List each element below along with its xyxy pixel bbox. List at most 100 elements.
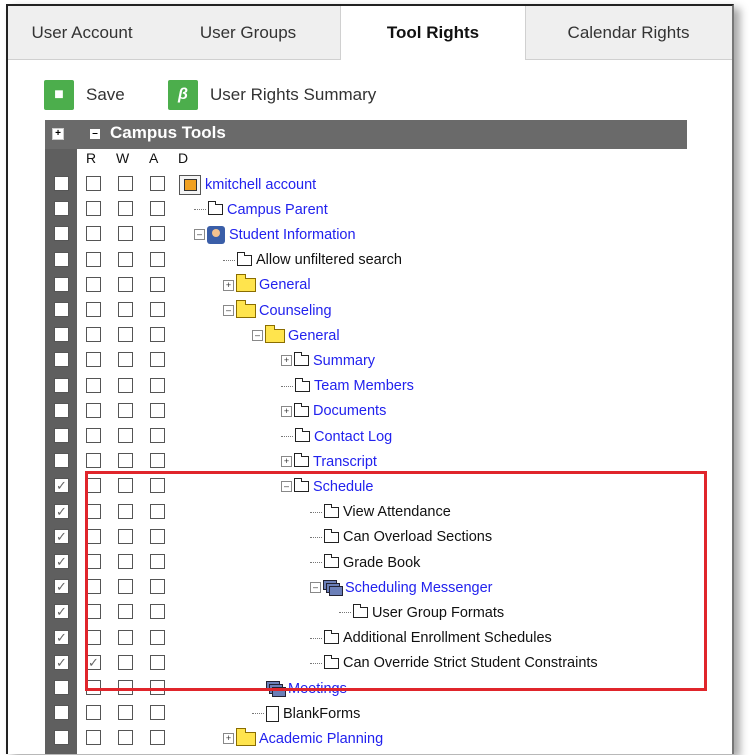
add-checkbox[interactable] <box>118 680 133 695</box>
delete-checkbox[interactable] <box>150 428 165 443</box>
tree-node-label[interactable]: Schedule <box>313 479 373 495</box>
add-checkbox[interactable] <box>118 730 133 746</box>
tab-tool-rights[interactable]: Tool Rights <box>340 6 526 60</box>
read-checkbox[interactable]: ✓ <box>54 579 69 595</box>
write-checkbox[interactable] <box>86 302 101 317</box>
add-checkbox[interactable] <box>118 377 133 393</box>
tree-node-label[interactable]: Team Members <box>314 378 414 394</box>
read-checkbox[interactable] <box>54 201 69 217</box>
write-checkbox[interactable] <box>86 554 101 569</box>
read-checkbox[interactable] <box>54 453 69 469</box>
write-checkbox[interactable] <box>86 377 101 393</box>
add-checkbox[interactable] <box>118 604 133 620</box>
add-checkbox[interactable] <box>118 503 133 519</box>
tree-node-label[interactable]: Contact Log <box>314 429 392 445</box>
delete-checkbox[interactable] <box>150 276 165 292</box>
add-checkbox[interactable] <box>118 478 133 494</box>
delete-checkbox[interactable] <box>150 705 165 721</box>
tree-node-label[interactable]: Scheduling Messenger <box>345 580 493 596</box>
delete-checkbox[interactable] <box>150 453 165 469</box>
delete-checkbox[interactable] <box>150 730 165 746</box>
read-checkbox[interactable] <box>54 705 69 721</box>
read-checkbox[interactable] <box>54 327 69 343</box>
add-checkbox[interactable] <box>118 226 133 242</box>
add-checkbox[interactable] <box>118 251 133 267</box>
tree-node-label[interactable]: Documents <box>313 403 386 419</box>
delete-checkbox[interactable] <box>150 201 165 217</box>
add-checkbox[interactable] <box>118 654 133 670</box>
write-checkbox[interactable] <box>86 528 101 544</box>
read-checkbox[interactable] <box>54 428 69 443</box>
write-checkbox[interactable] <box>86 352 101 368</box>
expand-icon[interactable]: + <box>281 405 292 417</box>
collapse-icon[interactable]: – <box>252 330 263 342</box>
read-checkbox[interactable] <box>54 352 69 368</box>
tab-calendar-rights[interactable]: Calendar Rights <box>525 6 732 59</box>
collapse-icon[interactable]: – <box>194 229 205 241</box>
read-checkbox[interactable]: ✓ <box>54 478 69 494</box>
write-checkbox[interactable] <box>86 251 101 267</box>
expand-icon[interactable]: + <box>281 355 292 367</box>
delete-checkbox[interactable] <box>150 579 165 595</box>
expand-icon[interactable]: + <box>223 279 234 291</box>
delete-checkbox[interactable] <box>150 654 165 670</box>
add-checkbox[interactable] <box>118 276 133 292</box>
write-checkbox[interactable] <box>86 478 101 494</box>
write-checkbox[interactable] <box>86 402 101 418</box>
delete-checkbox[interactable] <box>150 528 165 544</box>
tree-node-label[interactable]: Transcript <box>313 454 377 470</box>
save-button[interactable]: ■ Save <box>44 80 125 110</box>
add-checkbox[interactable] <box>118 579 133 595</box>
write-checkbox[interactable] <box>86 503 101 519</box>
tree-node-label[interactable]: kmitchell account <box>205 177 316 193</box>
add-checkbox[interactable] <box>118 327 133 343</box>
delete-checkbox[interactable] <box>150 327 165 343</box>
collapse-icon[interactable]: – <box>223 305 234 316</box>
write-checkbox[interactable] <box>86 327 101 343</box>
tree-node-label[interactable]: Summary <box>313 353 375 369</box>
tree-node-label[interactable]: Campus Parent <box>227 202 328 218</box>
delete-checkbox[interactable] <box>150 402 165 418</box>
add-checkbox[interactable] <box>118 705 133 721</box>
delete-checkbox[interactable] <box>150 604 165 620</box>
write-checkbox[interactable] <box>86 453 101 469</box>
user-rights-summary-button[interactable]: β User Rights Summary <box>168 80 376 110</box>
add-checkbox[interactable] <box>118 528 133 544</box>
read-checkbox[interactable] <box>54 680 69 695</box>
tree-node-label[interactable]: General <box>288 328 340 344</box>
add-checkbox[interactable] <box>118 402 133 418</box>
write-checkbox[interactable] <box>86 428 101 443</box>
add-checkbox[interactable] <box>118 428 133 443</box>
read-checkbox[interactable] <box>54 276 69 292</box>
write-checkbox[interactable] <box>86 276 101 292</box>
collapse-icon[interactable]: – <box>281 481 292 493</box>
write-checkbox[interactable] <box>86 730 101 746</box>
tree-node-label[interactable]: Counseling <box>259 303 332 319</box>
read-checkbox[interactable]: ✓ <box>54 554 69 569</box>
write-checkbox[interactable] <box>86 226 101 242</box>
write-checkbox[interactable] <box>86 680 101 695</box>
expand-icon[interactable]: + <box>281 456 292 468</box>
read-checkbox[interactable] <box>54 402 69 418</box>
add-checkbox[interactable] <box>118 302 133 317</box>
delete-checkbox[interactable] <box>150 680 165 695</box>
delete-checkbox[interactable] <box>150 251 165 267</box>
add-checkbox[interactable] <box>118 352 133 368</box>
add-checkbox[interactable] <box>118 176 133 191</box>
add-checkbox[interactable] <box>118 201 133 217</box>
read-checkbox[interactable] <box>54 377 69 393</box>
collapse-icon[interactable]: – <box>310 582 321 594</box>
read-checkbox[interactable]: ✓ <box>54 629 69 645</box>
read-checkbox[interactable] <box>54 176 69 191</box>
delete-checkbox[interactable] <box>150 226 165 242</box>
expand-icon[interactable]: + <box>223 733 234 745</box>
delete-checkbox[interactable] <box>150 478 165 494</box>
add-checkbox[interactable] <box>118 629 133 645</box>
tree-node-label[interactable]: Academic Planning <box>259 731 383 747</box>
read-checkbox[interactable]: ✓ <box>54 503 69 519</box>
tree-node-label[interactable]: Meetings <box>288 681 347 697</box>
tab-user-account[interactable]: User Account <box>8 6 156 59</box>
write-checkbox[interactable] <box>86 705 101 721</box>
read-checkbox[interactable] <box>54 730 69 746</box>
expand-all-icon[interactable]: + <box>52 128 64 140</box>
